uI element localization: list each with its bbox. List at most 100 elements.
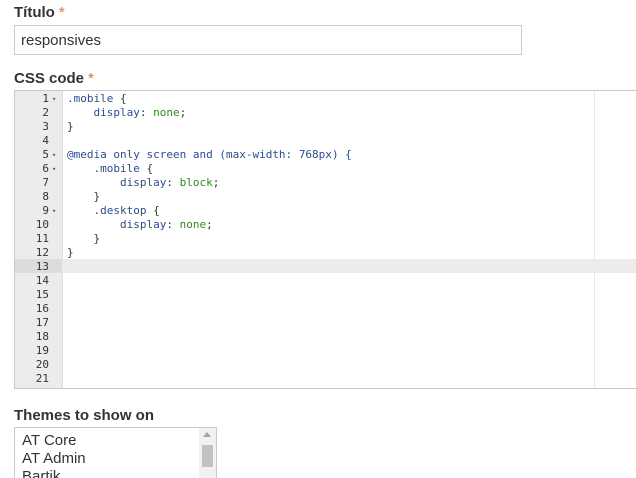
code-line[interactable]: 18: [15, 330, 636, 344]
code-line[interactable]: 11 }: [15, 232, 636, 246]
line-number: 16: [35, 302, 49, 315]
code-line[interactable]: 13: [15, 260, 636, 274]
code-line[interactable]: 16: [15, 302, 636, 316]
code-line[interactable]: 8 }: [15, 190, 636, 204]
title-label-text: Título: [14, 4, 55, 21]
theme-option-at-core[interactable]: AT Core: [22, 432, 76, 449]
css-code-field-label: CSS code *: [14, 70, 94, 88]
line-number: 15: [35, 288, 49, 301]
code-line[interactable]: 15: [15, 288, 636, 302]
code-line[interactable]: 14: [15, 274, 636, 288]
code-token: display: [67, 218, 167, 231]
code-token: :: [166, 176, 180, 189]
css-required-marker: *: [88, 70, 94, 87]
line-number: 17: [35, 316, 49, 329]
code-line[interactable]: 3}: [15, 120, 636, 134]
code-line[interactable]: 6 ▾ .mobile {: [15, 162, 636, 176]
code-token: display: [67, 106, 140, 119]
code-token: @media: [67, 148, 107, 161]
code-line[interactable]: 4: [15, 134, 636, 148]
code-text: }: [67, 190, 100, 204]
line-number: 14: [35, 274, 49, 287]
themes-multiselect[interactable]: AT Core AT Admin Bartik: [14, 427, 217, 478]
theme-option-bartik[interactable]: Bartik: [22, 468, 60, 478]
block-form: Título* CSS code* 1▾.mobile {2 display: …: [0, 0, 636, 478]
code-text: display: none;: [67, 106, 186, 120]
code-text: display: block;: [67, 176, 219, 190]
line-number: 6: [42, 162, 49, 175]
code-token: only screen and (max-width:: [106, 148, 299, 161]
code-token: {: [139, 162, 154, 175]
line-number: 7: [42, 176, 49, 189]
code-token: :: [139, 106, 154, 119]
code-token: 768px: [298, 148, 332, 161]
code-token: }: [67, 190, 101, 203]
code-token: {: [113, 92, 127, 105]
code-text: }: [67, 246, 74, 260]
code-token: .mobile: [67, 92, 114, 105]
themes-field-label: Themes to show on: [14, 407, 155, 424]
code-line[interactable]: 21: [15, 372, 636, 386]
line-number: 9: [42, 204, 49, 217]
line-number: 12: [35, 246, 49, 259]
code-line[interactable]: 9 ▾ .desktop {: [15, 204, 636, 218]
fold-arrow-icon[interactable]: ▾: [52, 92, 56, 106]
theme-option-at-admin[interactable]: AT Admin: [22, 450, 86, 467]
code-token: block: [179, 176, 213, 189]
fold-arrow-icon[interactable]: ▾: [52, 204, 56, 218]
code-token: :: [166, 218, 180, 231]
line-number: 5: [42, 148, 49, 161]
code-line[interactable]: 20: [15, 358, 636, 372]
code-text: }: [67, 120, 74, 134]
code-line[interactable]: 17: [15, 316, 636, 330]
code-token: none: [153, 106, 180, 119]
code-token: none: [179, 218, 207, 231]
line-number: 19: [35, 344, 49, 357]
code-text: .mobile {: [67, 92, 127, 106]
code-line[interactable]: 10 display: none;: [15, 218, 636, 232]
code-token: display: [67, 176, 167, 189]
css-label-text: CSS code: [14, 70, 85, 87]
code-token: .desktop: [67, 204, 147, 217]
scroll-up-arrow-icon[interactable]: [203, 432, 211, 437]
themes-scrollbar[interactable]: [199, 428, 216, 478]
line-number: 4: [42, 134, 49, 147]
editor-lines: 1 ▾ .mobile {2 display: none; 3} 4 5 ▾ @media o…: [15, 91, 636, 386]
scrollbar-thumb[interactable]: [202, 445, 213, 467]
code-text: .desktop {: [67, 204, 159, 218]
code-token: .mobile: [67, 162, 140, 175]
line-number: 2: [42, 106, 49, 119]
code-token: ) {: [331, 148, 352, 161]
code-token: }: [67, 232, 101, 245]
code-line[interactable]: 5 ▾ @media only screen and (max-width: 768…: [15, 148, 636, 162]
title-input[interactable]: [14, 25, 522, 55]
line-number: 21: [35, 372, 49, 385]
code-line[interactable]: 7 display: block;: [15, 176, 636, 190]
code-text: .mobile {: [67, 162, 153, 176]
fold-arrow-icon[interactable]: ▾: [52, 162, 56, 176]
code-token: ;: [206, 218, 213, 231]
title-field-label: Título *: [14, 4, 65, 22]
code-line[interactable]: 19: [15, 344, 636, 358]
line-number: 10: [35, 218, 49, 231]
code-text: display: none;: [67, 218, 213, 232]
line-number: 13: [35, 260, 49, 273]
code-token: ;: [212, 176, 220, 189]
code-token: }: [67, 246, 74, 259]
code-line[interactable]: 1 ▾ .mobile {: [15, 92, 636, 106]
css-code-editor[interactable]: 1 ▾ .mobile {2 display: none; 3} 4 5 ▾ @media o…: [14, 90, 636, 389]
line-number: 8: [42, 190, 49, 203]
line-number: 11: [35, 232, 49, 245]
code-line[interactable]: 12}: [15, 246, 636, 260]
line-number: 18: [35, 330, 49, 343]
line-number: 20: [35, 358, 49, 371]
code-token: ;: [179, 106, 187, 119]
title-required-marker: *: [58, 4, 65, 21]
code-token: }: [67, 120, 74, 133]
code-line[interactable]: 2 display: none;: [15, 106, 636, 120]
line-number: 1: [42, 92, 49, 105]
line-number: 3: [42, 120, 49, 133]
fold-arrow-icon[interactable]: ▾: [52, 148, 56, 162]
code-text: }: [67, 232, 100, 246]
code-text: @media only screen and (max-width: 768px…: [67, 148, 352, 162]
